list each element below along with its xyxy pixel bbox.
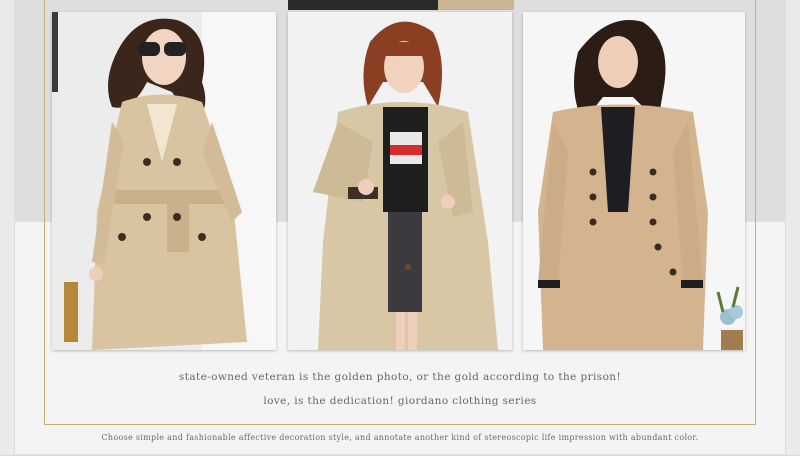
model-2-photo [288, 12, 512, 350]
footer-text: Choose simple and fashionable affective … [101, 433, 699, 442]
bottom-bar [0, 455, 800, 472]
model-3-photo [523, 12, 745, 350]
model-1-photo [52, 12, 276, 350]
caption-line-1: state-owned veteran is the golden photo,… [178, 371, 622, 383]
caption-line-2: love, is the dedication! giordano clothi… [263, 395, 537, 407]
previous-photo-edge [288, 0, 514, 10]
